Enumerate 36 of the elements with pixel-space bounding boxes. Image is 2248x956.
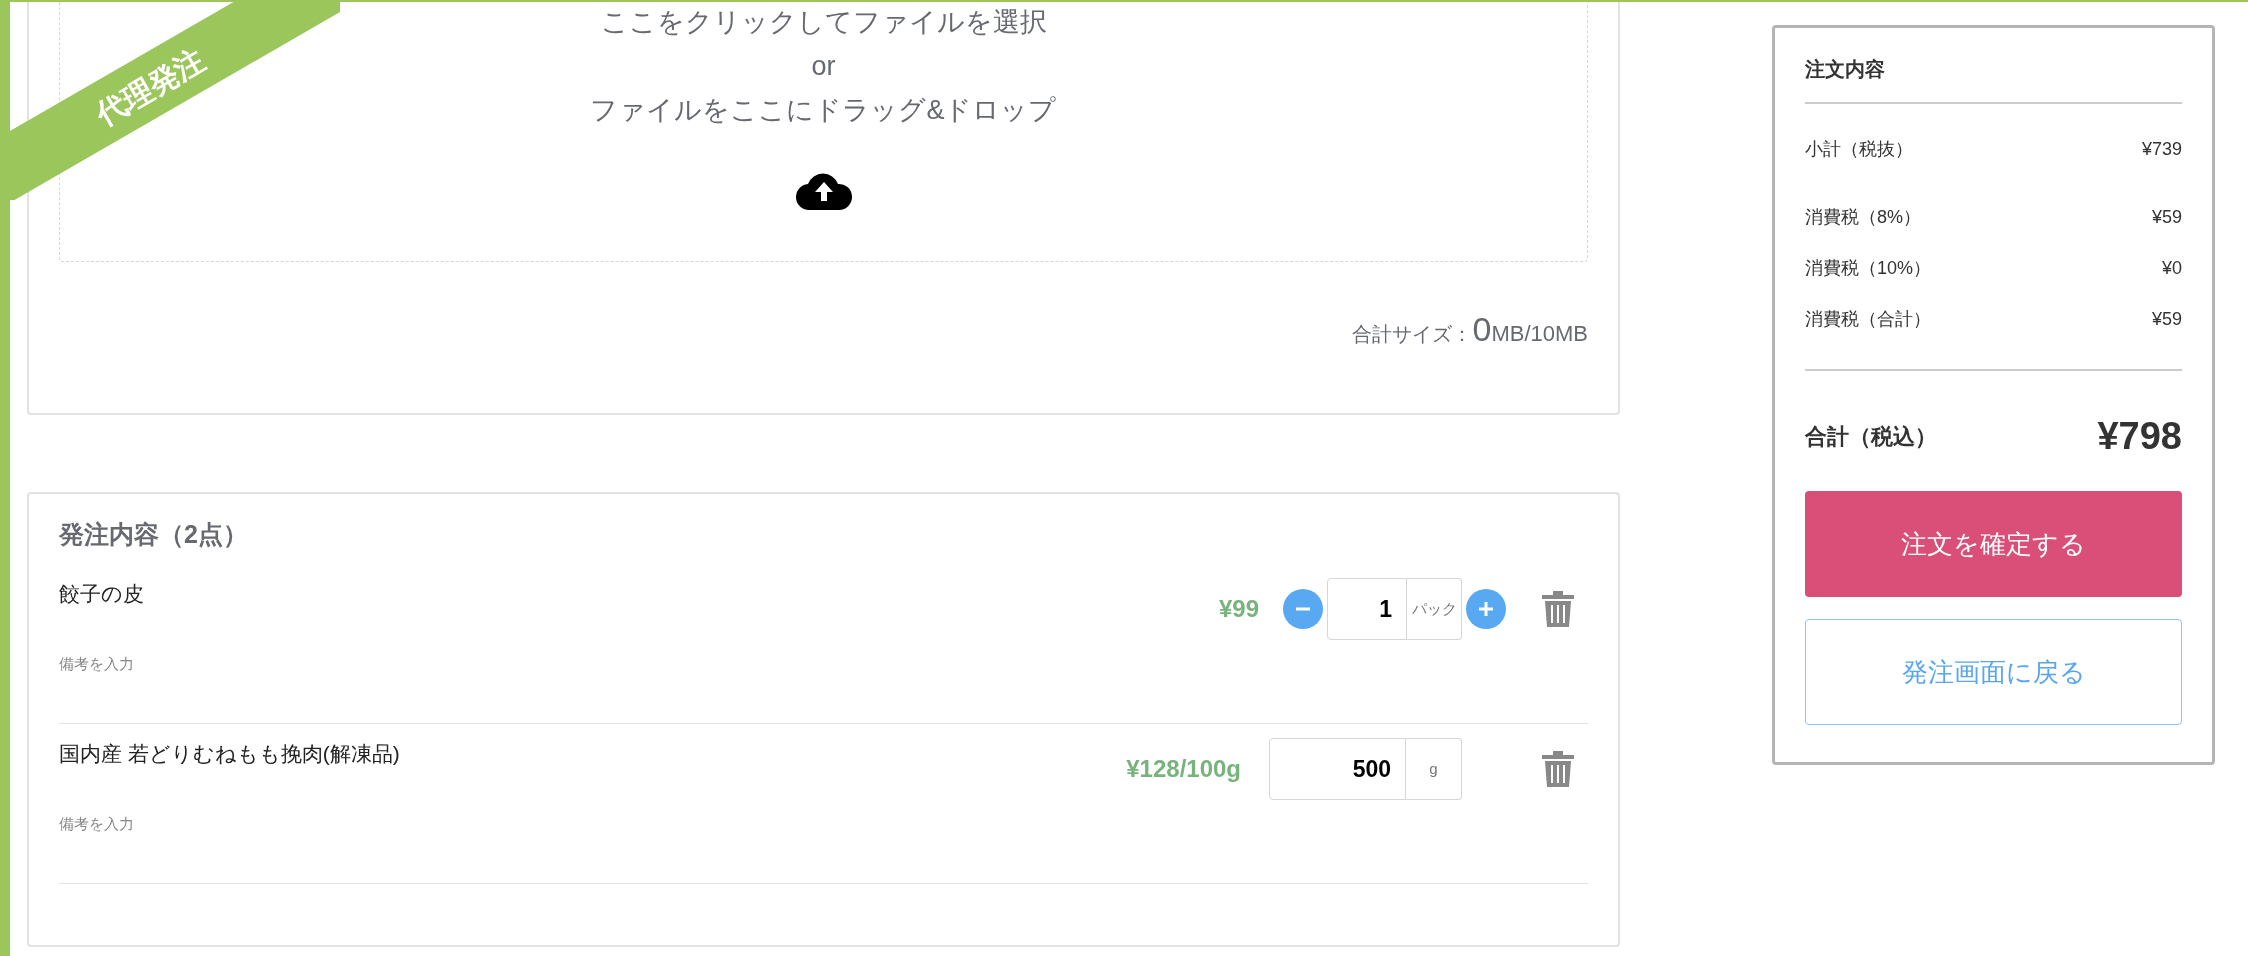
summary-value: ¥739	[2141, 138, 2182, 161]
summary-title: 注文内容	[1805, 54, 2182, 104]
summary-label: 消費税（10%）	[1805, 257, 1932, 280]
quantity-field[interactable]: 1	[1327, 578, 1407, 640]
item-name: 国内産 若どりむねもも挽肉(解凍品)	[59, 740, 401, 767]
plus-button[interactable]	[1466, 589, 1506, 629]
summary-label: 小計（税抜）	[1805, 138, 1913, 161]
cloud-upload-icon	[795, 172, 852, 210]
minus-button[interactable]	[1283, 589, 1323, 629]
unit-label: g	[1406, 738, 1462, 800]
item-price: ¥99	[1218, 594, 1259, 624]
drop-zone-text: ここをクリックしてファイルを選択	[600, 6, 1047, 39]
plus-icon	[1477, 600, 1495, 618]
item-name: 餃子の皮	[59, 580, 145, 607]
drop-zone-text: or	[811, 50, 836, 83]
size-value: 0	[1472, 312, 1492, 346]
unit-label: パック	[1407, 578, 1462, 640]
total-value: ¥798	[2097, 413, 2182, 459]
summary-value: ¥59	[2151, 206, 2182, 229]
drop-zone-text: ファイルをここにドラッグ&ドロップ	[590, 94, 1057, 127]
item-price: ¥128/100g	[1126, 754, 1241, 784]
confirm-order-button[interactable]: 注文を確定する	[1805, 491, 2182, 597]
remark-field[interactable]: 備考を入力	[59, 812, 659, 835]
summary-value: ¥0	[2161, 257, 2182, 280]
trash-icon[interactable]	[1542, 591, 1574, 627]
minus-icon	[1294, 607, 1312, 611]
quantity-field[interactable]: 500	[1269, 738, 1406, 800]
total-label: 合計（税込）	[1805, 422, 1937, 451]
summary-label: 消費税（8%）	[1805, 206, 1921, 229]
summary-label: 消費税（合計）	[1805, 308, 1931, 331]
summary-value: ¥59	[2151, 308, 2182, 331]
trash-icon[interactable]	[1542, 751, 1574, 787]
size-limit: MB/10MB	[1491, 320, 1588, 348]
size-label: 合計サイズ：	[1352, 322, 1473, 347]
remark-field[interactable]: 備考を入力	[59, 652, 659, 675]
section-title: 発注内容（2点）	[59, 519, 249, 550]
